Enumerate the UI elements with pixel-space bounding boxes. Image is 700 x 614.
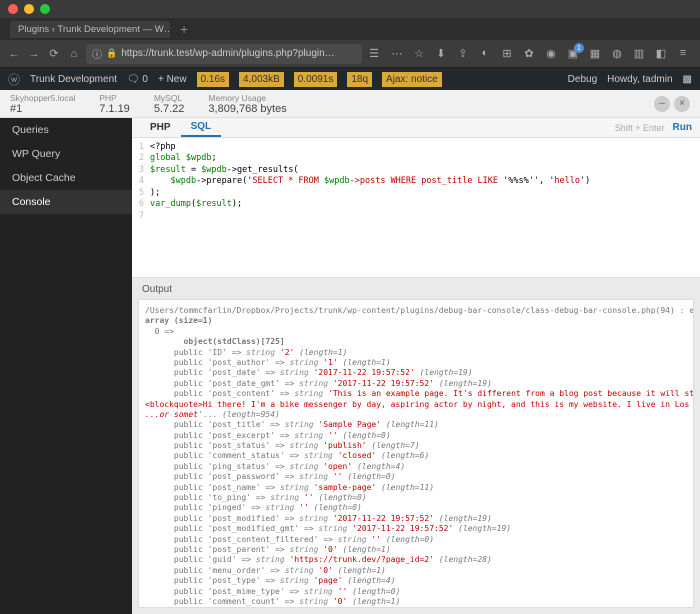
run-hint: Shift + Enter — [615, 123, 665, 133]
ajax-notice[interactable]: Ajax: notice — [382, 72, 442, 87]
wp-logo-icon[interactable]: ⓦ — [8, 71, 20, 88]
reader-icon[interactable]: ☰ — [366, 46, 382, 62]
howdy[interactable]: Howdy, tadmin — [607, 74, 672, 85]
perf-queries[interactable]: 18q — [347, 72, 372, 87]
minimize-panel-button[interactable]: – — [654, 96, 670, 112]
perf-mem[interactable]: 4,003kB — [239, 72, 284, 87]
close-window-icon[interactable] — [8, 4, 18, 14]
forward-button[interactable]: → — [26, 46, 42, 62]
new-tab-button[interactable]: + — [174, 21, 194, 37]
download-icon[interactable]: ⬇ — [434, 47, 448, 60]
wp-admin-bar: ⓦ Trunk Development 🗨 0 + New 0.16s 4,00… — [0, 68, 700, 90]
new-button[interactable]: + New — [158, 74, 187, 85]
main-area: Queries WP Query Object Cache Console PH… — [0, 118, 700, 614]
code-editor[interactable]: 1<?php2global $wpdb;3$result = $wpdb->ge… — [132, 138, 700, 278]
address-bar: ← → ⟳ ⌂ ⓘ 🔒 https://trunk.test/wp-admin/… — [0, 40, 700, 68]
debug-bar-header: Skyhopper5.local #1 PHP 7.1.19 MySQL 5.7… — [0, 90, 700, 118]
sidebar-icon[interactable]: ◧ — [654, 47, 668, 60]
toolbar-icons: ⋯ ☆ ⬇ ⇪ ◐ ⊞ ✿ ◉ ▣ ▦ ◍ ▥ ◧ ≡ — [386, 47, 694, 60]
reload-button[interactable]: ⟳ — [46, 46, 62, 62]
comments-icon[interactable]: 🗨 0 — [127, 74, 148, 85]
star-icon[interactable]: ☆ — [412, 47, 426, 60]
debug-link[interactable]: Debug — [568, 74, 597, 85]
output-panel[interactable]: /Users/tommcfarlin/Dropbox/Projects/trun… — [138, 299, 694, 608]
debug-sidebar: Queries WP Query Object Cache Console — [0, 118, 132, 614]
sidebar-item-console[interactable]: Console — [0, 190, 132, 214]
maximize-window-icon[interactable] — [40, 4, 50, 14]
info-icon[interactable]: ⓘ — [92, 46, 102, 61]
url-input[interactable]: ⓘ 🔒 https://trunk.test/wp-admin/plugins.… — [86, 44, 362, 64]
ext2-icon[interactable]: ⊞ — [500, 47, 514, 60]
perf-time[interactable]: 0.16s — [197, 72, 229, 87]
console-panel: PHP SQL Shift + Enter Run 1<?php2global … — [132, 118, 700, 614]
more-icon[interactable]: ⋯ — [390, 47, 404, 60]
window-chrome — [0, 0, 700, 18]
close-panel-button[interactable]: × — [674, 96, 690, 112]
ext6-icon[interactable]: ▦ — [588, 47, 602, 60]
run-button[interactable]: Run — [673, 122, 692, 133]
tab-title: Plugins ‹ Trunk Development — W… — [18, 24, 170, 35]
minimize-window-icon[interactable] — [24, 4, 34, 14]
ext4-icon[interactable]: ◉ — [544, 47, 558, 60]
browser-tab[interactable]: Plugins ‹ Trunk Development — W… × — [10, 21, 170, 38]
ext7-icon[interactable]: ◍ — [610, 47, 624, 60]
library-icon[interactable]: ▥ — [632, 47, 646, 60]
ext3-icon[interactable]: ✿ — [522, 47, 536, 60]
perf-db[interactable]: 0.0091s — [294, 72, 338, 87]
home-button[interactable]: ⌂ — [66, 46, 82, 62]
site-name[interactable]: Trunk Development — [30, 74, 117, 85]
stat-memory: Memory Usage 3,809,768 bytes — [208, 93, 286, 115]
ext-icon[interactable]: ◐ — [478, 47, 492, 60]
stat-host: Skyhopper5.local #1 — [10, 93, 75, 115]
stat-php: PHP 7.1.19 — [99, 93, 130, 115]
output-label: Output — [132, 278, 700, 299]
share-icon[interactable]: ⇪ — [456, 47, 470, 60]
avatar-icon[interactable]: ▩ — [683, 74, 692, 85]
tab-strip: Plugins ‹ Trunk Development — W… × + — [0, 18, 700, 40]
tab-sql[interactable]: SQL — [181, 118, 222, 137]
url-text: https://trunk.test/wp-admin/plugins.php?… — [121, 48, 334, 59]
stat-mysql: MySQL 5.7.22 — [154, 93, 185, 115]
sidebar-item-wp-query[interactable]: WP Query — [0, 142, 132, 166]
back-button[interactable]: ← — [6, 46, 22, 62]
sidebar-item-queries[interactable]: Queries — [0, 118, 132, 142]
sidebar-item-object-cache[interactable]: Object Cache — [0, 166, 132, 190]
tab-php[interactable]: PHP — [140, 119, 181, 136]
lock-icon: 🔒 — [106, 48, 117, 59]
code-tabs: PHP SQL Shift + Enter Run — [132, 118, 700, 138]
ext5-icon[interactable]: ▣ — [566, 47, 580, 60]
menu-icon[interactable]: ≡ — [676, 47, 690, 60]
